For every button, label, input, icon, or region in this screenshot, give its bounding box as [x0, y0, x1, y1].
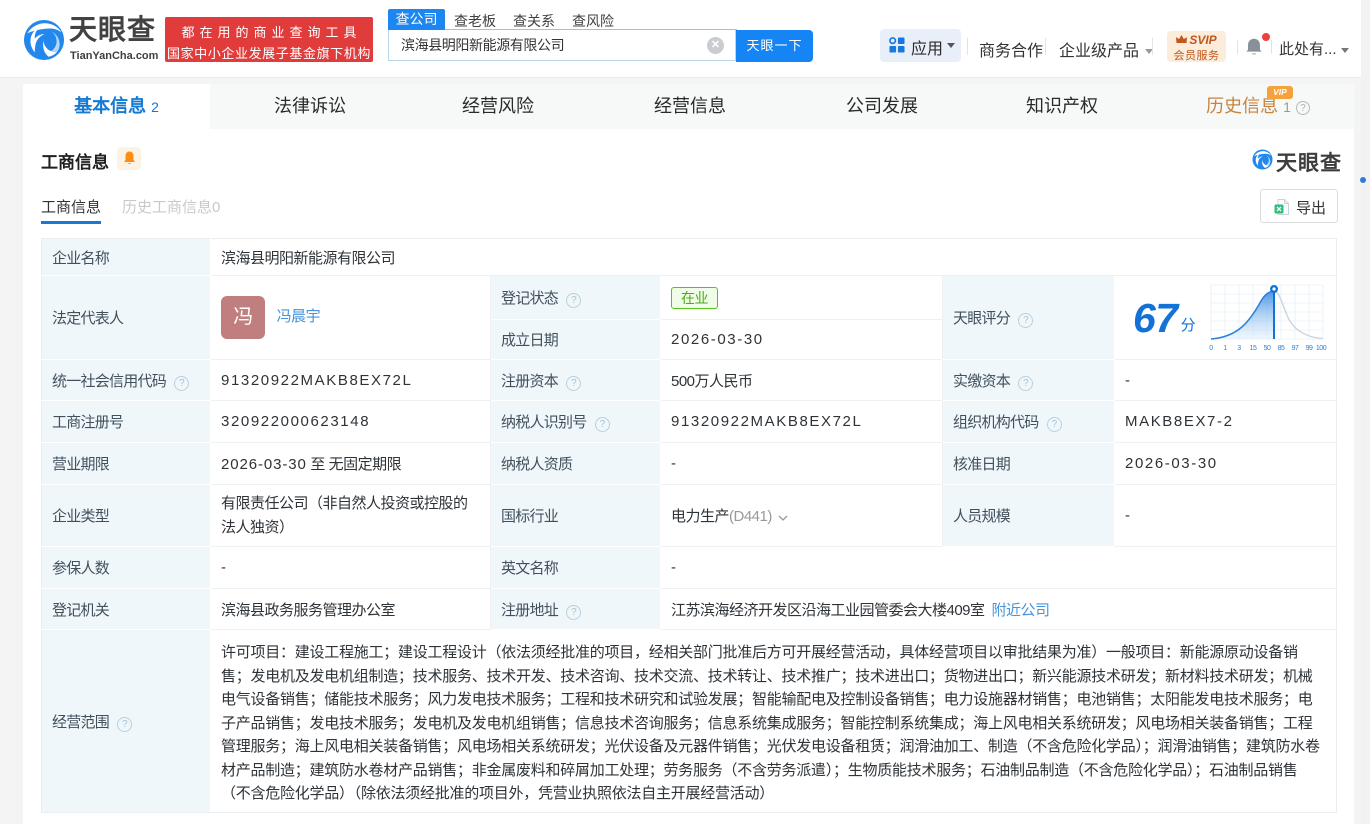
svg-text:15: 15 — [1250, 345, 1257, 352]
svg-text:3: 3 — [1237, 345, 1241, 352]
svg-text:0: 0 — [1209, 345, 1213, 352]
svg-text:100: 100 — [1316, 345, 1327, 352]
svg-text:99: 99 — [1306, 345, 1313, 352]
svg-text:1: 1 — [1223, 345, 1227, 352]
svg-text:97: 97 — [1292, 345, 1299, 352]
svg-text:50: 50 — [1264, 345, 1271, 352]
svg-text:85: 85 — [1278, 345, 1285, 352]
